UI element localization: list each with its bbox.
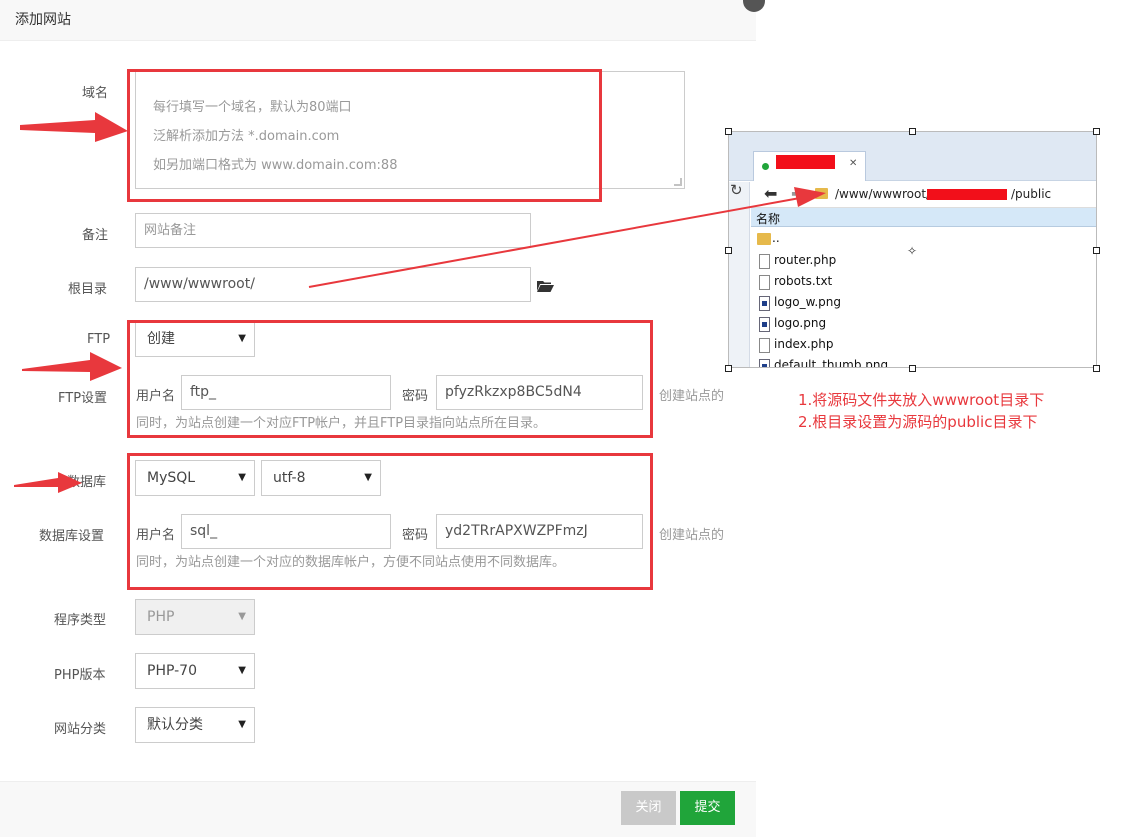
chevron-down-icon: ▼	[238, 611, 246, 622]
php-version-value: PHP-70	[147, 663, 197, 679]
redacted-path-segment	[927, 189, 1007, 200]
database-side-hint: 创建站点的	[659, 528, 725, 543]
move-cursor-icon: ✧	[907, 244, 918, 258]
address-path-prefix: /www/wwwroot/	[835, 187, 931, 201]
submit-button[interactable]: 提交	[680, 791, 735, 825]
file-icon	[759, 338, 770, 353]
tab-bar: ✕	[729, 132, 1096, 181]
side-toolbar: ↻	[729, 181, 750, 367]
dialog-header: 添加网站	[0, 0, 756, 41]
list-item[interactable]: logo_w.png	[751, 293, 1096, 314]
resize-handle[interactable]	[909, 128, 916, 135]
list-item[interactable]: ..	[751, 229, 1096, 250]
resize-handle[interactable]	[725, 365, 732, 372]
root-dir-input[interactable]: /www/wwwroot/	[135, 267, 531, 302]
image-file-icon	[759, 296, 770, 311]
file-name: default_thumb.png	[774, 358, 889, 368]
close-button[interactable]: 关闭	[621, 791, 676, 825]
category-select[interactable]: 默认分类 ▼	[135, 707, 255, 743]
image-file-icon	[759, 317, 770, 332]
list-item[interactable]: logo.png	[751, 314, 1096, 335]
resize-handle[interactable]	[1093, 365, 1100, 372]
note-line-2: 2.根目录设置为源码的public目录下	[798, 413, 1038, 431]
file-name: index.php	[774, 337, 834, 351]
program-type-select: PHP ▼	[135, 599, 255, 635]
ftp-settings-label: FTP设置	[58, 391, 108, 406]
resize-handle[interactable]	[725, 128, 732, 135]
tab-server[interactable]: ✕	[753, 151, 866, 181]
domain-label: 域名	[82, 86, 109, 101]
refresh-icon[interactable]: ↻	[730, 181, 743, 199]
remark-label: 备注	[82, 228, 109, 243]
list-item[interactable]: router.php	[751, 251, 1096, 272]
root-dir-label: 根目录	[68, 282, 108, 297]
database-highlight-box	[127, 453, 653, 590]
column-header[interactable]: 名称	[751, 208, 1096, 227]
ftp-highlight-box	[127, 320, 653, 438]
resize-handle[interactable]	[725, 247, 732, 254]
ftp-label: FTP	[87, 332, 111, 347]
folder-icon	[815, 188, 828, 199]
database-settings-label: 数据库设置	[39, 529, 105, 544]
list-item[interactable]: robots.txt	[751, 272, 1096, 293]
list-item[interactable]: index.php	[751, 335, 1096, 356]
dialog-title: 添加网站	[15, 12, 71, 28]
back-arrow-icon[interactable]: ⬅	[764, 184, 777, 203]
file-name: ..	[772, 231, 780, 245]
file-name: robots.txt	[774, 274, 833, 288]
column-header-name: 名称	[756, 212, 781, 226]
tab-close-icon[interactable]: ✕	[849, 158, 857, 169]
chevron-down-icon: ▼	[238, 719, 246, 730]
domain-highlight-box	[127, 69, 602, 202]
address-bar[interactable]: ⬅ ➡ /www/wwwroot/ /public	[751, 182, 1096, 208]
redacted-tab-title	[776, 155, 835, 169]
ftp-side-hint: 创建站点的	[659, 389, 725, 404]
file-name: router.php	[774, 253, 837, 267]
forward-arrow-icon[interactable]: ➡	[791, 184, 804, 203]
address-path-suffix: /public	[1011, 187, 1052, 201]
resize-handle[interactable]	[1093, 128, 1100, 135]
program-type-value: PHP	[147, 609, 175, 625]
image-file-icon	[759, 359, 770, 367]
chevron-down-icon: ▼	[238, 665, 246, 676]
status-dot-icon	[762, 163, 769, 170]
php-version-label: PHP版本	[54, 668, 106, 683]
database-label: 数据库	[67, 475, 107, 490]
file-name: logo.png	[774, 316, 827, 330]
folder-icon	[757, 233, 771, 245]
list-item[interactable]: default_thumb.png	[751, 356, 1096, 368]
program-type-label: 程序类型	[54, 613, 107, 628]
resize-handle-icon[interactable]	[674, 178, 682, 186]
php-version-select[interactable]: PHP-70 ▼	[135, 653, 255, 689]
folder-open-icon[interactable]	[537, 280, 554, 292]
file-icon	[759, 275, 770, 290]
remark-input[interactable]: 网站备注	[135, 213, 531, 248]
file-name: logo_w.png	[774, 295, 842, 309]
resize-handle[interactable]	[1093, 247, 1100, 254]
note-line-1: 1.将源码文件夹放入wwwroot目录下	[798, 391, 1045, 409]
category-value: 默认分类	[147, 717, 203, 733]
resize-handle[interactable]	[909, 365, 916, 372]
file-icon	[759, 254, 770, 269]
category-label: 网站分类	[54, 722, 107, 737]
